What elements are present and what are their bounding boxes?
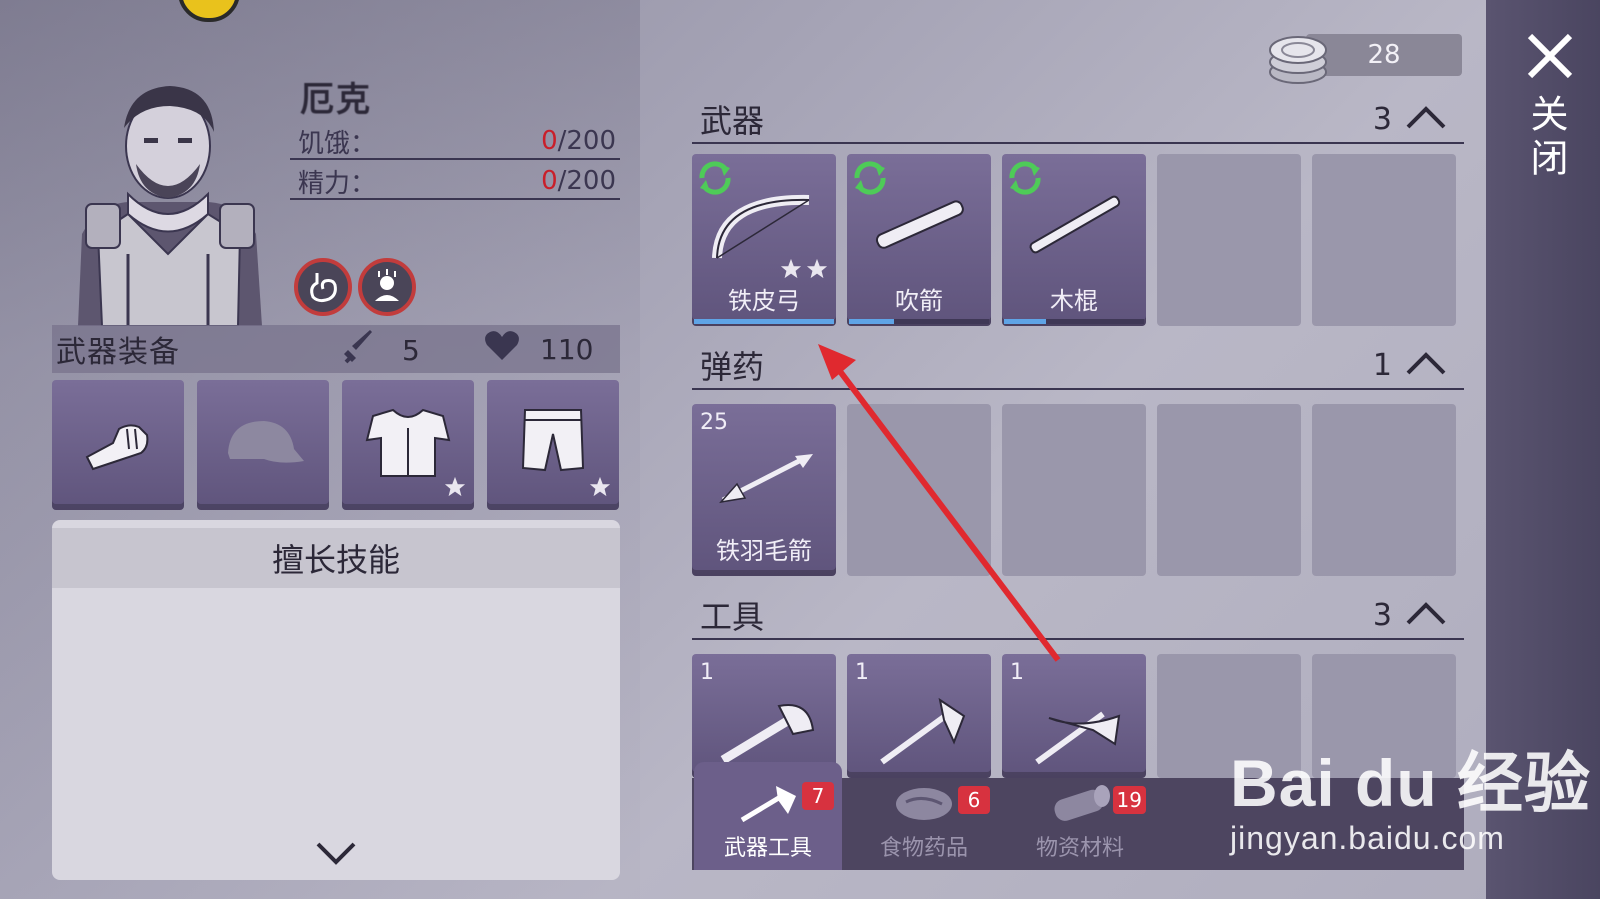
blowgun-icon: [847, 184, 991, 264]
stick-icon: [1002, 184, 1146, 264]
durability-bar: [849, 319, 989, 324]
level-badge-icon: [178, 0, 240, 22]
tab-badge: 7: [802, 782, 834, 810]
equip-slot-legs[interactable]: [487, 380, 619, 510]
currency-bar: 28: [1306, 34, 1462, 76]
tools-count: 3: [1372, 597, 1392, 633]
item-quantity: 25: [700, 410, 728, 435]
item-name: 铁皮弓: [728, 287, 800, 315]
attack-value: 5: [402, 334, 420, 367]
axe-hammer-icon: [736, 780, 800, 830]
weapon-slot[interactable]: 吹箭: [847, 154, 991, 326]
chevron-up-icon[interactable]: [1406, 102, 1446, 137]
equip-slot-head[interactable]: [197, 380, 329, 510]
empty-slot[interactable]: [847, 404, 991, 576]
attack-stat: 5: [342, 330, 420, 371]
weapons-count: 3: [1372, 101, 1392, 137]
durability-bar: [1004, 319, 1144, 324]
tab-label: 物资材料: [1035, 836, 1124, 861]
empty-slot[interactable]: [1157, 404, 1301, 576]
weapon-slot[interactable]: 木棍: [1002, 154, 1146, 326]
energy-stat: 精力： 0/200: [290, 164, 620, 200]
tab-label: 武器工具: [723, 836, 812, 861]
ammo-section-header[interactable]: 弹药 1: [692, 342, 1464, 390]
tab-materials[interactable]: 19 物资材料: [1006, 778, 1154, 870]
log-icon: [1048, 780, 1112, 830]
empty-slot[interactable]: [1002, 404, 1146, 576]
arrow-icon: [692, 444, 836, 514]
empty-slot[interactable]: [1157, 154, 1301, 326]
exhausted-icon[interactable]: [358, 258, 416, 316]
skills-panel: 擅长技能: [52, 520, 620, 880]
energy-value: 0/200: [541, 166, 616, 196]
weapon-slot[interactable]: 铁皮弓: [692, 154, 836, 326]
item-name: 木棍: [1050, 287, 1098, 315]
equip-slot-weapon[interactable]: [52, 380, 184, 510]
close-label[interactable]: 关闭: [1524, 94, 1574, 182]
pants-icon: [521, 406, 585, 484]
armor-vest-icon: [363, 406, 453, 484]
empty-slot[interactable]: [1312, 154, 1456, 326]
tool-slot[interactable]: 1: [1002, 654, 1146, 778]
item-quantity: 1: [855, 660, 869, 685]
item-name: 铁羽毛箭: [716, 537, 812, 565]
item-quantity: 1: [1010, 660, 1024, 685]
ammo-slot[interactable]: 25 铁羽毛箭: [692, 404, 836, 576]
tools-title: 工具: [700, 598, 765, 636]
health-stat: 110: [484, 330, 593, 369]
item-name: 吹箭: [895, 287, 943, 315]
meat-icon: [892, 780, 956, 830]
equipment-title: 武器装备: [56, 335, 180, 370]
equip-slot-body[interactable]: [342, 380, 474, 510]
weapons-section-header[interactable]: 武器 3: [692, 96, 1464, 144]
baidu-watermark: Bai du 经验 jingyan.baidu.com: [1230, 730, 1591, 857]
weapons-title: 武器: [700, 102, 765, 140]
empty-slot[interactable]: [1312, 404, 1456, 576]
ammo-count: 1: [1372, 347, 1392, 383]
star-icon: [444, 476, 466, 502]
item-quantity: 1: [700, 660, 714, 685]
sword-icon: [342, 330, 376, 371]
stomach-icon[interactable]: [294, 258, 352, 316]
energy-label: 精力：: [298, 168, 377, 199]
hunger-stat: 饥饿： 0/200: [290, 124, 620, 160]
tab-food-medicine[interactable]: 6 食物药品: [850, 778, 998, 870]
tool-slot[interactable]: 1: [692, 654, 836, 778]
chevron-up-icon[interactable]: [1406, 598, 1446, 633]
fist-icon: [83, 413, 153, 477]
rating-stars: [780, 258, 828, 280]
close-icon[interactable]: [1522, 28, 1578, 84]
character-name: 厄克: [300, 80, 372, 120]
hunger-value: 0/200: [541, 126, 616, 156]
star-icon: [589, 476, 611, 502]
durability-bar: [694, 319, 834, 324]
tab-label: 食物药品: [879, 836, 968, 861]
bow-icon: [692, 184, 836, 264]
tool-slot[interactable]: 1: [847, 654, 991, 778]
chevron-up-icon[interactable]: [1406, 348, 1446, 383]
pickaxe-icon: [1002, 690, 1146, 770]
tab-badge: 19: [1112, 786, 1146, 814]
health-value: 110: [540, 333, 594, 366]
durability-fill: [694, 319, 834, 324]
axe-icon: [692, 690, 836, 770]
chevron-down-icon[interactable]: [52, 840, 620, 866]
durability-fill: [849, 319, 894, 324]
hatchet-icon: [847, 690, 991, 770]
cap-icon: [220, 415, 306, 475]
tab-badge: 6: [958, 786, 990, 814]
watermark-brand: Bai du 经验: [1230, 746, 1592, 820]
hunger-label: 饥饿：: [298, 128, 377, 159]
tab-weapons-tools[interactable]: 7 武器工具: [694, 762, 842, 870]
ammo-title: 弹药: [700, 348, 765, 386]
currency-amount: 28: [1367, 40, 1401, 70]
coin-stack-icon: [1268, 28, 1328, 90]
durability-fill: [1004, 319, 1046, 324]
character-portrait: [58, 84, 280, 327]
skills-title: 擅长技能: [52, 528, 620, 588]
tools-section-header[interactable]: 工具 3: [692, 592, 1464, 640]
heart-icon: [484, 330, 520, 369]
